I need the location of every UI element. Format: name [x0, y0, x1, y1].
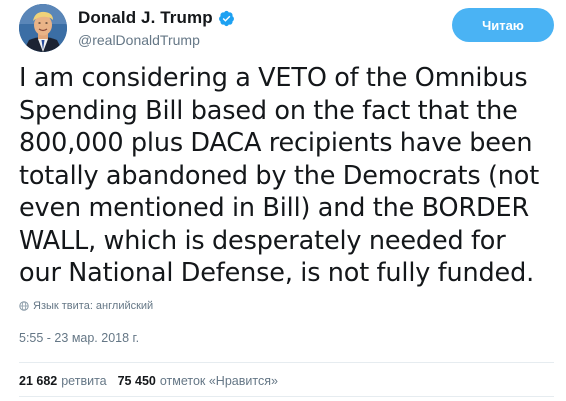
name-row: Donald J. Trump [78, 8, 235, 28]
verified-badge-icon [218, 10, 235, 27]
divider [19, 396, 554, 397]
retweets-stat[interactable]: 21 682 ретвита [19, 374, 107, 388]
retweets-count: 21 682 [19, 374, 58, 388]
tweet-text: I am considering a VETO of the Omnibus S… [19, 63, 540, 288]
divider [19, 362, 554, 363]
display-name[interactable]: Donald J. Trump [78, 8, 213, 28]
user-handle[interactable]: @realDonaldTrump [78, 32, 200, 48]
tweet-header: Donald J. Trump @realDonaldTrump Читаю [14, 4, 554, 56]
globe-icon [19, 301, 29, 311]
likes-stat[interactable]: 75 450 отметок «Нравится» [118, 374, 278, 388]
tweet-language: Язык твита: английский [19, 300, 153, 312]
retweets-label: ретвита [61, 374, 107, 388]
tweet-timestamp[interactable]: 5:55 - 23 мар. 2018 г. [19, 331, 139, 345]
likes-label: отметок «Нравится» [159, 374, 278, 388]
tweet-stats: 21 682 ретвита 75 450 отметок «Нравится» [19, 374, 289, 388]
avatar-image [19, 4, 67, 52]
profile-avatar[interactable] [19, 4, 67, 52]
likes-count: 75 450 [117, 374, 156, 388]
following-button[interactable]: Читаю [452, 8, 554, 42]
language-label[interactable]: Язык твита: английский [33, 300, 153, 312]
